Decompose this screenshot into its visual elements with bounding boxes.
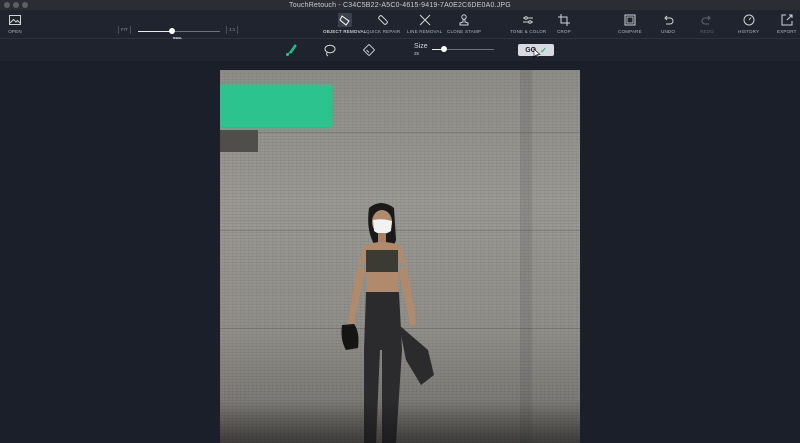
line-removal-button[interactable]: LINE REMOVAL [407,13,442,34]
main-toolbar: OPEN FIT 1:1 89% OBJECT REMOVAL QUICK RE… [0,10,800,41]
redo-icon [701,15,711,25]
size-slider-knob[interactable] [441,46,447,52]
wall-pillar [520,70,532,443]
compare-icon [624,14,636,26]
window-title: TouchRetouch - C34C5B22-A5C0-4615-9419-7… [289,1,511,9]
checkmark-icon: ✓ [540,45,547,55]
zoom-slider-knob[interactable] [169,28,175,34]
brush-icon[interactable] [284,43,298,57]
close-window-dot[interactable] [4,2,10,8]
export-button[interactable]: EXPORT [777,13,797,34]
minimize-window-dot[interactable] [13,2,19,8]
wall-sign [220,130,258,152]
object-removal-label: OBJECT REMOVAL [323,29,367,34]
quick-repair-button[interactable]: QUICK REPAIR [366,13,400,34]
history-label: HISTORY [738,29,760,34]
zoom-window-dot[interactable] [22,2,28,8]
fit-button[interactable]: FIT [118,26,131,34]
size-slider[interactable] [432,46,494,52]
line-removal-label: LINE REMOVAL [407,29,443,34]
history-button[interactable]: HISTORY [738,13,759,34]
redo-label: REDO [700,29,714,34]
window-controls[interactable] [4,2,28,8]
removal-mask-highlight [220,85,332,127]
mouse-cursor-icon [533,48,541,58]
one-to-one-button[interactable]: 1:1 [226,26,239,34]
undo-button[interactable]: UNDO [661,13,675,34]
size-value: 25 [414,51,420,56]
line-removal-icon [419,14,431,26]
size-label: Size [414,43,428,50]
undo-label: UNDO [661,29,676,34]
undo-icon [664,15,674,25]
export-icon [781,14,793,26]
title-bar: TouchRetouch - C34C5B22-A5C0-4615-9419-7… [0,0,800,10]
tone-color-label: TONE & COLOR [510,29,547,34]
crop-label: CROP [557,29,571,34]
history-icon [743,14,755,26]
sliders-icon [523,16,534,24]
clone-stamp-button[interactable]: CLONE STAMP [447,13,481,34]
photo-canvas[interactable] [220,70,580,443]
eraser-tool-icon[interactable] [362,43,376,57]
redo-button[interactable]: REDO [700,13,714,34]
stamp-icon [459,14,469,26]
open-button[interactable]: OPEN [8,13,22,34]
compare-button[interactable]: COMPARE [618,13,642,34]
crop-icon [558,14,570,26]
lasso-icon[interactable] [323,43,337,57]
open-label: OPEN [8,29,22,34]
clone-stamp-label: CLONE STAMP [447,29,482,34]
eraser-icon [337,13,352,27]
image-icon [9,15,21,25]
crop-button[interactable]: CROP [557,13,571,34]
zoom-slider[interactable] [138,28,220,34]
compare-label: COMPARE [618,29,642,34]
object-removal-button[interactable]: OBJECT REMOVAL [323,13,366,34]
object-removal-options [0,39,800,61]
export-label: EXPORT [777,29,797,34]
tone-color-button[interactable]: TONE & COLOR [510,13,546,34]
quick-repair-label: QUICK REPAIR [366,29,401,34]
bandage-icon [378,15,388,25]
floor-shadow [220,400,580,443]
zoom-slider-fill [138,31,172,32]
